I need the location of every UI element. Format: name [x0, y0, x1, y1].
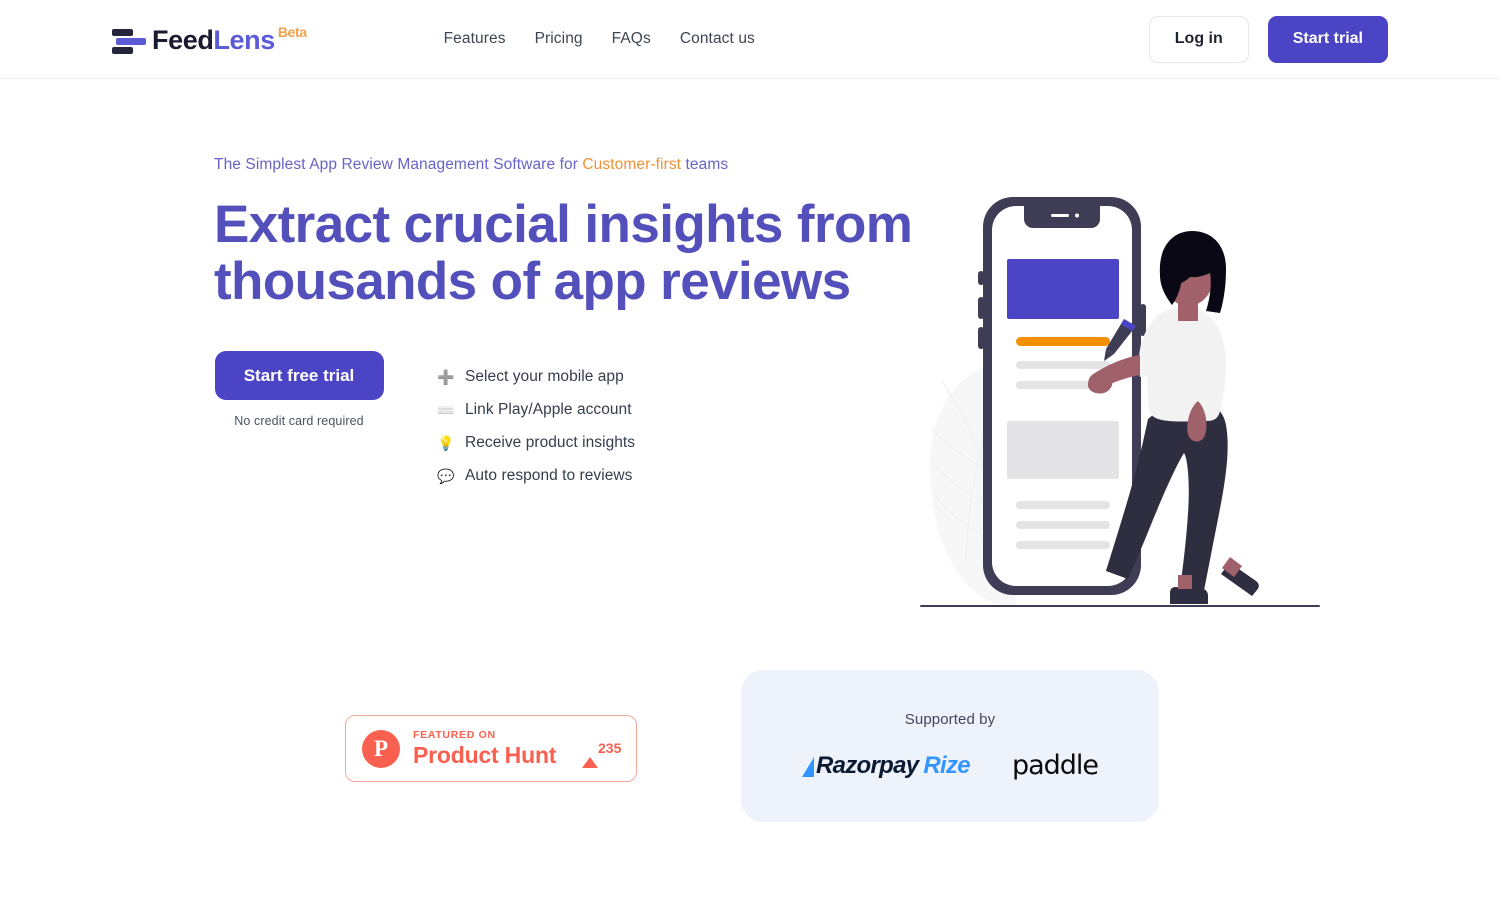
hero-copy: The Simplest App Review Management Softw… [214, 156, 934, 310]
nav-item-features[interactable]: Features [444, 30, 506, 48]
phone-camera [1075, 213, 1079, 218]
woman-with-phone-illustration [920, 189, 1320, 619]
screen-placeholder-line [1016, 361, 1110, 369]
razorpay-rize-logo-icon: Razorpay Rize [801, 751, 971, 780]
upvote-triangle-icon [582, 739, 598, 768]
feature-label: Receive product insights [465, 434, 636, 451]
supported-by-panel: Supported by Razorpay Rize paddle [741, 670, 1159, 822]
hero-lower: Start free trial No credit card required… [214, 351, 635, 501]
phone-button-power [1140, 304, 1146, 336]
hero-eyebrow: The Simplest App Review Management Softw… [214, 156, 934, 174]
feature-item-auto-respond: 💬 Auto respond to reviews [435, 467, 635, 485]
nav-item-contact-us[interactable]: Contact us [680, 30, 755, 48]
site-header: FeedLens Beta Features Pricing FAQs Conta… [0, 0, 1500, 79]
feature-label: Link Play/Apple account [465, 401, 632, 418]
log-in-button[interactable]: Log in [1148, 15, 1249, 63]
feature-item-link-account: ⌨️ Link Play/Apple account [435, 401, 635, 419]
phone-button-volume-up [978, 297, 984, 319]
product-hunt-badge[interactable]: P FEATURED ON Product Hunt 235 [345, 715, 637, 782]
brand-name-first: Feed [152, 25, 214, 55]
screen-placeholder-line [1016, 501, 1110, 509]
ground-line [920, 605, 1320, 607]
product-hunt-texts: FEATURED ON Product Hunt [413, 729, 582, 768]
beta-badge: Beta [277, 24, 307, 40]
screen-gray-block [1007, 421, 1119, 479]
rize-logo-text: Rize [923, 751, 970, 779]
hero-feature-list: ➕ Select your mobile app ⌨️ Link Play/Ap… [435, 368, 635, 485]
phone-button-mute [978, 271, 984, 285]
razorpay-logo-text: Razorpay [815, 751, 919, 779]
phone-speaker [1051, 214, 1069, 217]
product-hunt-featured-label: FEATURED ON [413, 728, 496, 741]
main-navigation: Features Pricing FAQs Contact us [444, 30, 755, 48]
light-bulb-icon: 💡 [437, 435, 455, 451]
paddle-logo-icon: paddle [1011, 750, 1099, 781]
screen-purple-block [1007, 259, 1119, 319]
product-hunt-logo-icon: P [362, 729, 400, 768]
start-free-trial-button[interactable]: Start free trial [214, 351, 384, 400]
speech-balloon-icon: 💬 [437, 468, 455, 484]
brand-wordmark: FeedLens Beta [152, 24, 307, 56]
nav-item-pricing[interactable]: Pricing [535, 30, 583, 48]
keyboard-icon: ⌨️ [437, 402, 455, 418]
heavy-plus-icon: ➕ [437, 369, 455, 385]
supported-by-logos: Razorpay Rize paddle [801, 750, 1099, 781]
hero-eyebrow-before: The Simplest App Review Management Softw… [214, 156, 583, 173]
hero-headline: Extract crucial insights from thousands … [214, 195, 913, 312]
product-hunt-upvote[interactable]: 235 [582, 739, 622, 768]
brand-logo-link[interactable]: FeedLens Beta [112, 22, 307, 56]
phone-button-volume-down [978, 327, 984, 349]
header-actions: Log in Start trial [1148, 15, 1388, 63]
hero-section: The Simplest App Review Management Softw… [0, 79, 1500, 900]
hero-eyebrow-after: teams [681, 156, 729, 173]
screen-orange-bar [1016, 337, 1110, 346]
feature-item-select-app: ➕ Select your mobile app [435, 368, 635, 386]
product-hunt-upvote-count: 235 [598, 739, 622, 756]
hero-eyebrow-highlight: Customer-first [582, 156, 682, 173]
product-hunt-name: Product Hunt [413, 741, 557, 768]
hero-cta-column: Start free trial No credit card required [214, 351, 384, 428]
feature-item-product-insights: 💡 Receive product insights [435, 434, 635, 452]
feature-label: Auto respond to reviews [465, 467, 633, 484]
screen-placeholder-line [1016, 521, 1110, 529]
supported-by-label: Supported by [904, 711, 996, 728]
feedlens-bars-logo-icon [112, 26, 148, 56]
brand-name-second: Lens [213, 25, 275, 55]
nav-item-faqs[interactable]: FAQs [612, 30, 651, 48]
screen-placeholder-line [1016, 541, 1110, 549]
feature-label: Select your mobile app [465, 368, 624, 385]
no-credit-card-note: No credit card required [234, 414, 364, 428]
start-trial-button[interactable]: Start trial [1267, 15, 1388, 63]
